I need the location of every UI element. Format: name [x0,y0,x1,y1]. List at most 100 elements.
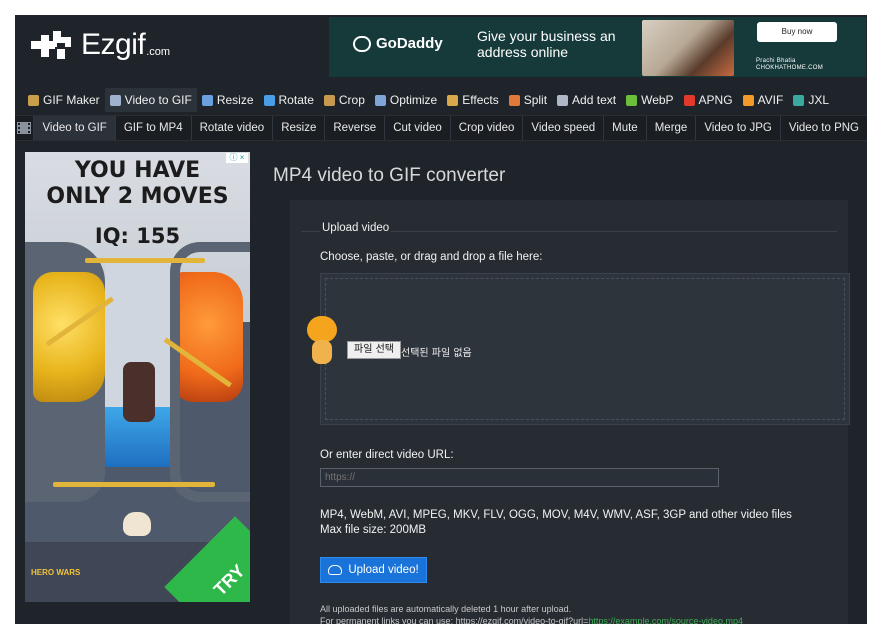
subnav-item-video-to-png[interactable]: Video to PNG [779,116,867,140]
split-icon [508,94,520,106]
nav-item-label: Optimize [389,93,438,107]
url-label: Or enter direct video URL: [320,449,454,461]
jxl-icon [793,94,805,106]
nav-item-label: JXL [808,93,830,107]
video-icon [109,94,121,106]
nav-item-split[interactable]: Split [504,88,552,112]
ad-pin-top [85,258,205,263]
subnav-item-merge[interactable]: Merge [645,116,696,140]
upload-legend: Upload video [320,222,392,234]
ad-brand-logo: HERO WARS [31,568,81,577]
permalink-note: For permanent links you can use: https:/… [320,615,743,624]
subnav-item-video-to-jpg[interactable]: Video to JPG [695,116,780,140]
file-status: 선택된 파일 없음 [401,348,472,359]
upload-button-label: Upload video! [348,564,419,576]
ad-headline-line-1: YOU HAVE [74,158,201,183]
logo-text: Ezgif [81,28,146,61]
sub-nav: Video to GIF GIF to MP4 Rotate video Resize… [15,115,867,141]
nav-item-label: Crop [338,93,365,107]
ad-brand-name: GoDaddy [376,35,443,52]
ad-headline-block: YOU HAVE ONLY 2 MOVES [25,158,250,210]
ad-headline-line-2: ONLY 2 MOVES [46,184,229,209]
nav-item-optimize[interactable]: Optimize [370,88,442,112]
ad-caption: Prachi Bhatia CHOKHATHOME.COM [756,58,823,72]
cloud-upload-icon [328,565,343,575]
nav-item-add-text[interactable]: Add text [552,88,621,112]
permalink-prefix: For permanent links you can use: https:/… [320,616,589,624]
nav-item-video-to-gif[interactable]: Video to GIF [104,88,197,112]
logo[interactable]: Ezgif .com [27,25,170,65]
ad-buy-button[interactable]: Buy now [757,22,837,42]
subnav-item-video-speed[interactable]: Video speed [522,116,603,140]
nav-item-crop[interactable]: Crop [319,88,370,112]
upload-button[interactable]: Upload video! [320,557,427,583]
nav-item-label: Split [523,93,548,107]
resize-icon [201,94,213,106]
nav-item-label: Effects [462,93,499,107]
ad-choices-icon[interactable]: ⓘ × [226,153,248,163]
logo-suffix: .com [146,46,171,58]
nav-item-label: Video to GIF [124,93,192,107]
nav-item-gif-maker[interactable]: GIF Maker [23,88,105,112]
upload-notes: All uploaded files are automatically del… [320,603,743,624]
ad-gold-pile [33,272,105,402]
nav-item-label: Rotate [278,93,314,107]
crop-icon [323,94,335,106]
choose-file-label: Choose, paste, or drag and drop a file h… [320,251,543,263]
logo-puzzle-icon [27,27,75,63]
auto-delete-note: All uploaded files are automatically del… [320,604,572,614]
ad-person-site: CHOKHATHOME.COM [756,65,824,71]
subnav-item-gif-to-mp4[interactable]: GIF to MP4 [114,116,191,140]
gif-maker-icon [28,94,39,106]
subnav-item-mute[interactable]: Mute [603,116,646,140]
rotate-icon [263,94,275,106]
ad-person-name: Prachi Bhatia [756,58,796,64]
subnav-item-crop-video[interactable]: Crop video [449,116,523,140]
main-nav: GIF Maker Video to GIF Resize Rotate Crop Opt… [15,87,867,113]
max-file-size: Max file size: 200MB [320,524,427,536]
main-content: MP4 video to GIF converter Upload video … [273,152,867,624]
add-text-icon [557,94,569,106]
page-title: MP4 video to GIF converter [273,165,506,186]
ezgif-page: Ezgif .com GoDaddy Give your business an… [15,15,867,624]
avif-icon [742,94,754,106]
supported-formats: MP4, WebM, AVI, MPEG, MKV, FLV, OGG, MOV… [320,508,792,538]
nav-item-label: APNG [698,93,733,107]
ad-hero-figure [123,362,155,422]
nav-item-effects[interactable]: Effects [442,88,503,112]
effects-icon [447,94,459,106]
formats-line: MP4, WebM, AVI, MPEG, MKV, FLV, OGG, MOV… [320,509,792,521]
subnav-item-reverse[interactable]: Reverse [324,116,384,140]
banner-ad[interactable]: GoDaddy Give your business an address on… [329,17,866,77]
nav-item-label: GIF Maker [43,93,100,107]
ad-brand: GoDaddy [353,35,443,52]
ad-pin-bottom [53,482,215,487]
upload-panel: Upload video Choose, paste, or drag and … [290,200,850,624]
subnav-item-resize[interactable]: Resize [272,116,324,140]
apng-icon [683,94,695,106]
nav-item-avif[interactable]: AVIF [738,88,789,112]
nav-item-apng[interactable]: APNG [679,88,738,112]
permalink-example-link[interactable]: https://example.com/source-video.mp4 [588,616,743,624]
film-icon [15,116,33,140]
nav-item-label: Add text [572,93,617,107]
subnav-item-video-to-gif[interactable]: Video to GIF [33,116,115,140]
nav-item-jxl[interactable]: JXL [788,88,834,112]
nav-item-resize[interactable]: Resize [197,88,259,112]
url-input[interactable] [320,468,719,487]
header: Ezgif .com GoDaddy Give your business an… [15,15,867,85]
godaddy-icon [353,35,371,52]
nav-item-label: AVIF [757,93,784,107]
file-dropzone[interactable]: 파일 선택 선택된 파일 없음 [307,273,850,425]
nav-item-rotate[interactable]: Rotate [259,88,319,112]
choose-file-button[interactable]: 파일 선택 [347,341,401,359]
webp-icon [626,94,638,106]
ad-headline: Give your business an address online [477,28,616,60]
ryan-sticker-icon [307,316,337,368]
side-ad[interactable]: YOU HAVE ONLY 2 MOVES IQ: 155 TRY HERO W… [25,152,250,602]
optimize-icon [374,94,386,106]
subnav-item-rotate-video[interactable]: Rotate video [190,116,273,140]
subnav-item-cut-video[interactable]: Cut video [384,116,450,140]
nav-item-webp[interactable]: WebP [621,88,678,112]
nav-item-label: WebP [641,93,674,107]
